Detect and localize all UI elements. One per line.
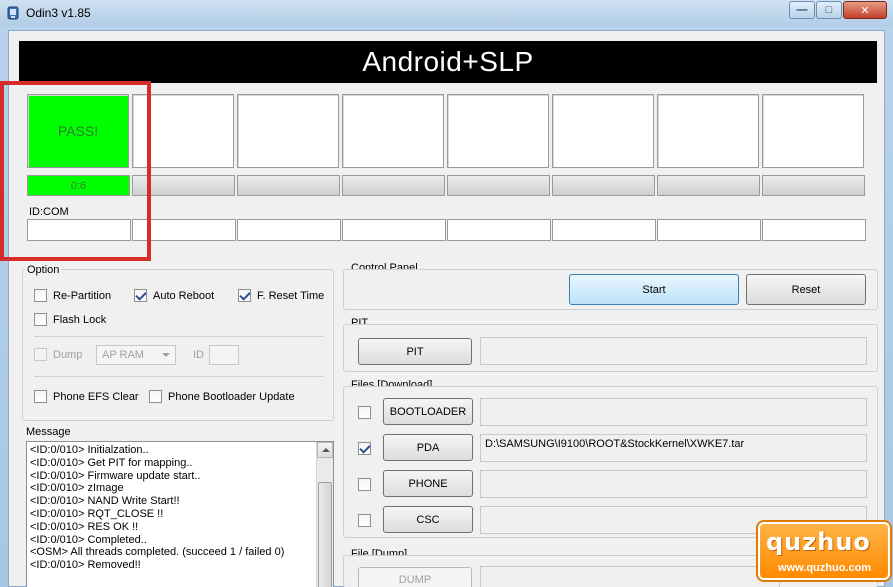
progress-bar-3 bbox=[237, 175, 340, 196]
close-button[interactable]: ✕ bbox=[843, 1, 887, 19]
flash-lock-label: Flash Lock bbox=[53, 313, 107, 326]
option-group: Option Re-Partition Auto Reboot F. Reset… bbox=[22, 264, 334, 421]
re-partition-box[interactable] bbox=[34, 289, 47, 302]
com-port-6 bbox=[552, 219, 656, 241]
pit-path-field[interactable] bbox=[480, 337, 867, 365]
phone-bootloader-update-label: Phone Bootloader Update bbox=[168, 390, 295, 403]
message-line: <ID:0/010> Firmware update start.. bbox=[30, 469, 201, 482]
dump-button[interactable]: DUMP bbox=[358, 567, 472, 587]
title-bar[interactable]: Odin3 v1.85 — □ ✕ bbox=[0, 0, 893, 26]
pda-checkbox[interactable] bbox=[358, 442, 371, 455]
auto-reboot-box[interactable] bbox=[134, 289, 147, 302]
scroll-thumb[interactable] bbox=[318, 482, 332, 587]
option-title: Option bbox=[25, 264, 62, 276]
slot-status-4 bbox=[342, 94, 444, 168]
maximize-icon: □ bbox=[825, 4, 833, 16]
slot-status-6 bbox=[552, 94, 654, 168]
progress-bar-8 bbox=[762, 175, 865, 196]
com-port-4 bbox=[342, 219, 446, 241]
dump-path-field[interactable] bbox=[480, 566, 780, 587]
chevron-down-icon bbox=[162, 353, 170, 357]
re-partition-checkbox[interactable]: Re-Partition bbox=[34, 289, 111, 302]
phone-bootloader-update-box[interactable] bbox=[149, 390, 162, 403]
auto-reboot-checkbox[interactable]: Auto Reboot bbox=[134, 289, 214, 302]
window-title: Odin3 v1.85 bbox=[26, 6, 91, 20]
csc-button[interactable]: CSC bbox=[383, 506, 473, 533]
dump-box[interactable] bbox=[34, 348, 47, 361]
maximize-button[interactable]: □ bbox=[816, 1, 842, 19]
pass-highlight-frame bbox=[0, 81, 151, 261]
bootloader-path-field[interactable] bbox=[480, 398, 867, 426]
slot-status-row: PASS! bbox=[27, 94, 889, 174]
progress-row: 0:6 bbox=[27, 175, 889, 197]
re-partition-label: Re-Partition bbox=[53, 289, 112, 302]
watermark-brand: quzhuo bbox=[766, 528, 871, 556]
start-button[interactable]: Start bbox=[569, 274, 739, 305]
phone-efs-clear-label: Phone EFS Clear bbox=[53, 390, 139, 403]
message-line: <ID:0/010> Initialzation.. bbox=[30, 444, 149, 456]
dump-label: Dump bbox=[53, 348, 83, 361]
slot-status-5 bbox=[447, 94, 549, 168]
dump-target-value: AP RAM bbox=[102, 349, 144, 361]
f-reset-time-label: F. Reset Time bbox=[257, 289, 325, 302]
reset-button[interactable]: Reset bbox=[746, 274, 866, 305]
progress-bar-5 bbox=[447, 175, 550, 196]
message-line: <ID:0/010> NAND Write Start!! bbox=[30, 495, 180, 508]
phone-efs-clear-box[interactable] bbox=[34, 390, 47, 403]
bootloader-button[interactable]: BOOTLOADER bbox=[383, 398, 473, 425]
message-line: <OSM> All threads completed. (succeed 1 … bbox=[30, 546, 285, 559]
slot-status-7 bbox=[657, 94, 759, 168]
dump-id-input[interactable] bbox=[209, 345, 239, 365]
dump-target-select[interactable]: AP RAM bbox=[96, 345, 176, 365]
message-log[interactable]: <ID:0/010> Initialzation.. <ID:0/010> Ge… bbox=[26, 441, 334, 587]
phone-checkbox[interactable] bbox=[358, 478, 371, 491]
odin-window: Odin3 v1.85 — □ ✕ Android+SLP PASS! 0:6 bbox=[0, 0, 893, 587]
quzhuo-watermark-logo: quzhuo www.quzhuo.com bbox=[758, 522, 890, 580]
csc-checkbox[interactable] bbox=[358, 514, 371, 527]
message-line: <ID:0/010> zImage bbox=[30, 482, 124, 495]
auto-reboot-label: Auto Reboot bbox=[153, 289, 215, 302]
com-port-7 bbox=[657, 219, 761, 241]
message-line: <ID:0/010> Get PIT for mapping.. bbox=[30, 456, 193, 469]
pit-button[interactable]: PIT bbox=[358, 338, 472, 365]
f-reset-time-box[interactable] bbox=[238, 289, 251, 302]
minimize-button[interactable]: — bbox=[789, 1, 815, 19]
phone-bootloader-update-checkbox[interactable]: Phone Bootloader Update bbox=[149, 390, 295, 403]
minimize-icon: — bbox=[796, 4, 808, 16]
message-line: <ID:0/010> RQT_CLOSE !! bbox=[30, 507, 164, 520]
f-reset-time-checkbox[interactable]: F. Reset Time bbox=[238, 289, 324, 302]
message-lines: <ID:0/010> Initialzation.. <ID:0/010> Ge… bbox=[27, 442, 333, 572]
watermark-url: www.quzhuo.com bbox=[778, 562, 872, 574]
odin-app-icon bbox=[7, 6, 19, 20]
phone-efs-clear-checkbox[interactable]: Phone EFS Clear bbox=[34, 390, 139, 403]
pda-path-field[interactable]: D:\SAMSUNG\I9100\ROOT&StockKernel\XWKE7.… bbox=[480, 434, 867, 462]
slot-status-8 bbox=[762, 94, 864, 168]
message-line: <ID:0/010> Removed!! bbox=[30, 559, 141, 572]
dump-checkbox[interactable]: Dump bbox=[34, 348, 82, 361]
pda-button[interactable]: PDA bbox=[383, 434, 473, 461]
com-port-8 bbox=[762, 219, 866, 241]
dump-id-label: ID bbox=[193, 349, 204, 361]
message-line: <ID:0/010> RES OK !! bbox=[30, 520, 139, 533]
message-scrollbar[interactable] bbox=[316, 442, 333, 587]
phone-path-field[interactable] bbox=[480, 470, 867, 498]
com-port-5 bbox=[447, 219, 551, 241]
com-port-row bbox=[27, 219, 889, 243]
scroll-up-arrow-icon[interactable] bbox=[317, 442, 333, 458]
close-icon: ✕ bbox=[860, 4, 870, 17]
bootloader-checkbox[interactable] bbox=[358, 406, 371, 419]
slot-status-3 bbox=[237, 94, 339, 168]
message-line: <ID:0/010> Completed.. bbox=[30, 533, 147, 546]
option-separator-2 bbox=[34, 376, 324, 377]
progress-bar-4 bbox=[342, 175, 445, 196]
progress-bar-6 bbox=[552, 175, 655, 196]
flash-lock-checkbox[interactable]: Flash Lock bbox=[34, 313, 106, 326]
progress-bar-7 bbox=[657, 175, 760, 196]
message-title: Message bbox=[26, 426, 71, 438]
flash-lock-box[interactable] bbox=[34, 313, 47, 326]
option-separator bbox=[34, 336, 324, 337]
com-port-3 bbox=[237, 219, 341, 241]
model-banner: Android+SLP bbox=[19, 41, 877, 83]
phone-button[interactable]: PHONE bbox=[383, 470, 473, 497]
